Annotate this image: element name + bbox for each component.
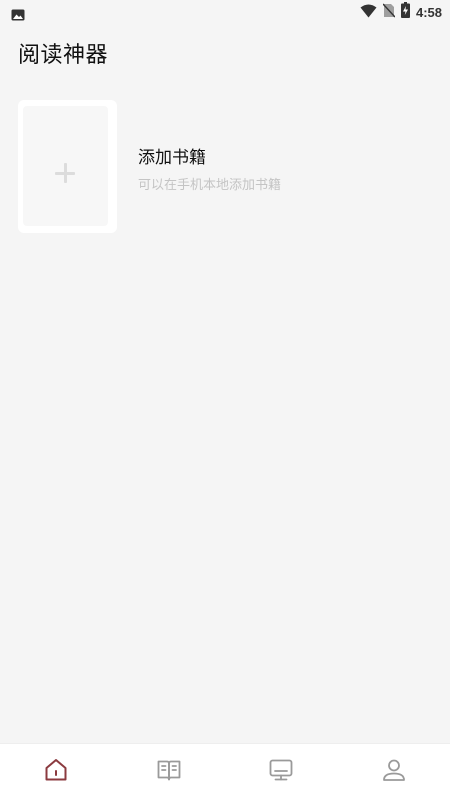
add-book-card[interactable] (18, 100, 117, 233)
add-book-placeholder (23, 106, 108, 226)
status-bar: 4:58 (0, 0, 450, 25)
page-title: 阅读神器 (18, 43, 109, 68)
nav-item-monitor[interactable] (225, 744, 338, 800)
book-icon (155, 756, 183, 788)
monitor-icon (267, 756, 295, 788)
plus-icon (55, 163, 75, 183)
user-icon (380, 756, 408, 788)
bottom-nav (0, 743, 450, 800)
wifi-icon (360, 3, 377, 22)
nav-item-profile[interactable] (338, 744, 450, 800)
battery-charging-icon (400, 2, 410, 22)
no-sim-icon (382, 3, 396, 22)
status-time: 4:58 (415, 4, 442, 20)
add-book-subtitle: 可以在手机本地添加书籍 (138, 178, 282, 193)
nav-item-home[interactable] (0, 744, 113, 800)
nav-item-bookshelf[interactable] (113, 744, 226, 800)
add-book-button[interactable]: 添加书籍 可以在手机本地添加书籍 (18, 100, 438, 233)
status-right: 4:58 (360, 2, 442, 22)
image-icon (11, 6, 25, 21)
home-icon (42, 756, 70, 788)
add-book-title: 添加书籍 (138, 148, 206, 168)
